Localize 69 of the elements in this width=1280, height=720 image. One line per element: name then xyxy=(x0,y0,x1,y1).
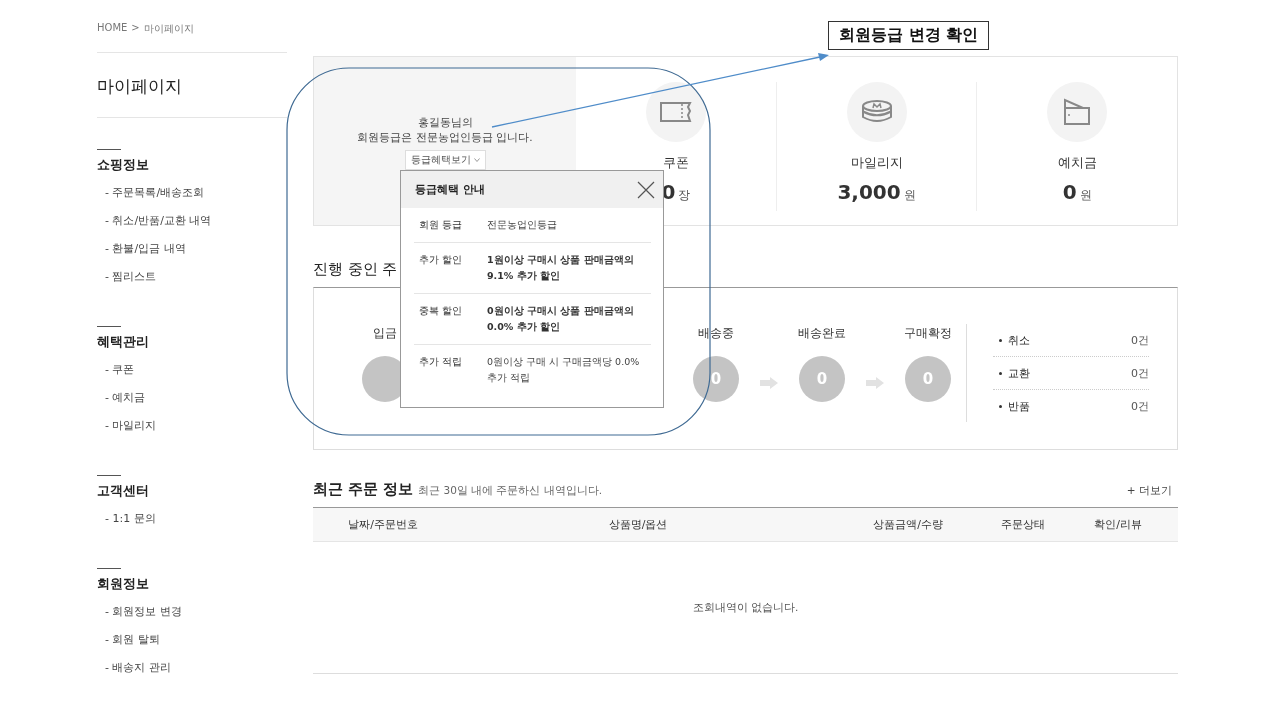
benefit-label: 중복 할인 xyxy=(419,304,464,318)
sidebar-item[interactable]: - 주문목록/배송조회 xyxy=(97,183,205,211)
step-count: 0 xyxy=(905,356,951,402)
step-count: 0 xyxy=(693,356,739,402)
column-header: 상품금액/수량 xyxy=(872,517,944,532)
sidebar-item[interactable]: - 회원 탈퇴 xyxy=(97,630,160,658)
benefit-value: 1원이상 구매시 상품 판매금액의 9.1% 추가 할인 xyxy=(487,253,635,283)
column-header: 상품명/옵션 xyxy=(607,517,669,532)
column-header: 날짜/주문번호 xyxy=(347,517,419,532)
breadcrumb-current: 마이페이지 xyxy=(143,22,194,36)
step-label: 배송완료 xyxy=(798,325,846,342)
benefit-label: 추가 적립 xyxy=(419,355,464,369)
claim-count: 0건 xyxy=(1131,398,1149,414)
sidebar-item[interactable]: - 예치금 xyxy=(97,388,146,416)
grade-text: 회원등급은 전문농업인등급 입니다. xyxy=(357,130,533,145)
sidebar-item[interactable]: - 1:1 문의 xyxy=(97,509,156,537)
step-count: 0 xyxy=(799,356,845,402)
section-title: 최근 주문 정보 xyxy=(313,480,414,499)
empty-message: 조회내역이 없습니다. xyxy=(692,600,799,615)
step-label: 입금 xyxy=(373,325,397,342)
benefit-label: 추가 할인 xyxy=(419,253,464,267)
summary-label: 예치금 xyxy=(1057,154,1097,172)
sidebar-title: 마이페이지 xyxy=(97,53,287,118)
claim-count: 0건 xyxy=(1131,365,1149,381)
step-label: 구매확정 xyxy=(904,325,952,342)
summary-unit: 원 xyxy=(1079,187,1092,204)
summary-value: 0 xyxy=(1062,180,1077,204)
sidebar-item[interactable]: - 쿠폰 xyxy=(97,360,135,388)
section-subtitle: 최근 30일 내에 주문하신 내역입니다. xyxy=(418,484,604,498)
popup-title: 등급혜택 안내 xyxy=(415,182,485,197)
sidebar-item[interactable]: - 마일리지 xyxy=(97,416,157,444)
member-name: 홍길동님의 xyxy=(417,115,473,130)
bullet-icon xyxy=(999,338,1002,342)
sidebar-heading: 회원정보 xyxy=(97,575,149,593)
section-title: 진행 중인 주 xyxy=(313,260,398,279)
bullet-icon xyxy=(999,371,1002,375)
summary-label: 마일리지 xyxy=(850,154,903,172)
sidebar-item[interactable]: - 회원정보 변경 xyxy=(97,602,182,630)
claim-label: 취소 xyxy=(1008,332,1031,348)
bullet-icon xyxy=(999,404,1002,408)
sidebar-heading: 쇼핑정보 xyxy=(97,156,149,174)
summary-unit: 원 xyxy=(903,187,916,204)
benefit-value: 0원이상 구매시 상품 판매금액의 0.0% 추가 할인 xyxy=(487,304,635,334)
breadcrumb-link[interactable]: HOME xyxy=(97,22,128,36)
more-link[interactable]: + 더보기 xyxy=(1126,484,1178,498)
callout-label: 회원등급 변경 확인 xyxy=(828,21,990,50)
summary-label: 쿠폰 xyxy=(662,154,689,172)
claim-label: 반품 xyxy=(1008,398,1031,414)
benefit-value: 전문농업인등급 xyxy=(487,218,557,232)
breadcrumb-separator: > xyxy=(131,22,140,35)
sidebar-item[interactable]: - 찜리스트 xyxy=(97,267,157,295)
sidebar-heading: 혜택관리 xyxy=(97,333,149,351)
sidebar-item[interactable]: - 배송지 관리 xyxy=(97,658,171,686)
arrow-icon xyxy=(760,377,778,389)
summary-unit: 장 xyxy=(678,187,691,204)
close-button[interactable] xyxy=(637,180,655,199)
column-header: 주문상태 xyxy=(1000,517,1046,532)
arrow-icon xyxy=(866,377,884,389)
benefit-button[interactable]: 등급혜택보기 xyxy=(404,150,486,170)
column-header: 확인/리뷰 xyxy=(1093,517,1143,532)
benefit-value: 0원이상 구매 시 구매금액당 0.0% 추가 적립 xyxy=(487,355,641,385)
caret-icon xyxy=(473,158,480,162)
summary-value: 3,000 xyxy=(837,180,901,204)
benefit-label: 회원 등급 xyxy=(419,218,464,232)
claim-label: 교환 xyxy=(1008,365,1031,381)
sidebar-item[interactable]: - 취소/반품/교환 내역 xyxy=(97,211,212,239)
claim-count: 0건 xyxy=(1131,332,1149,348)
sidebar-item[interactable]: - 환불/입금 내역 xyxy=(97,239,186,267)
sidebar-heading: 고객센터 xyxy=(97,482,149,500)
